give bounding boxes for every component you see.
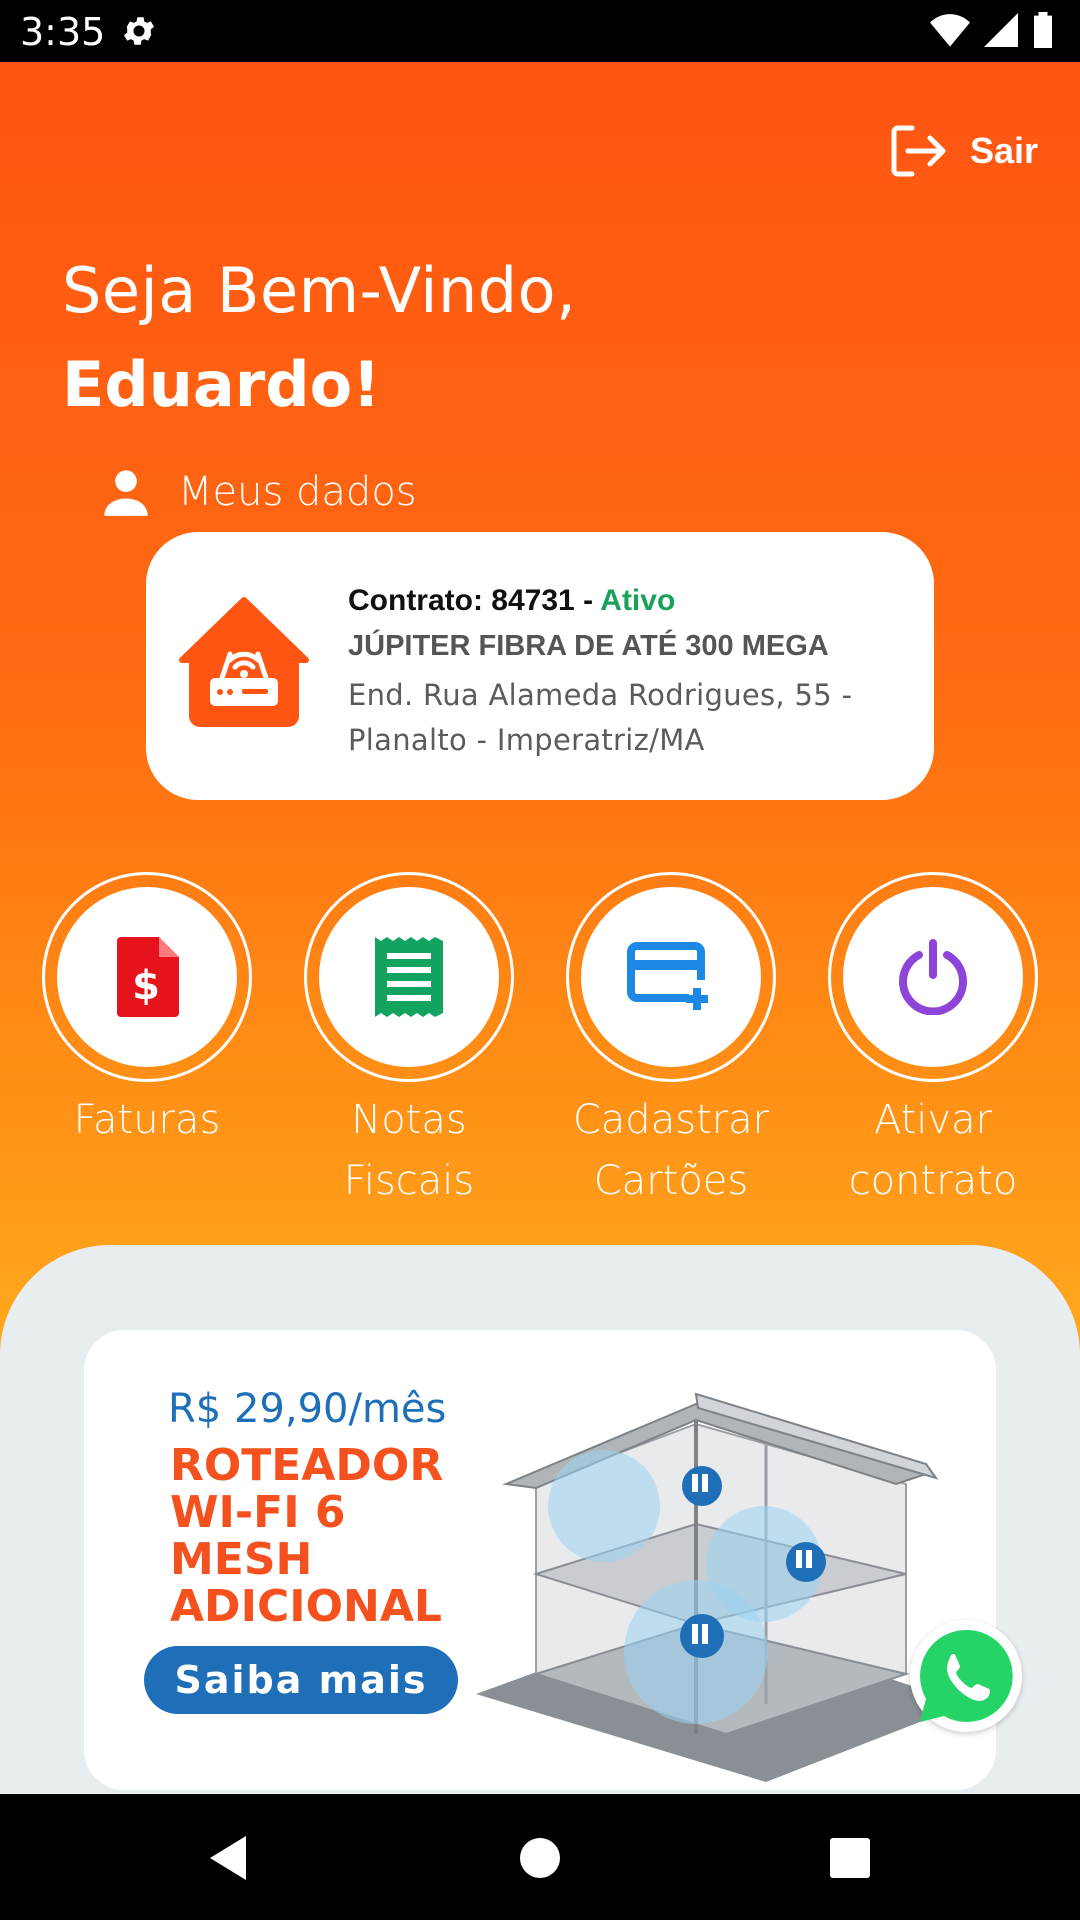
home-icon[interactable]: [512, 1830, 568, 1886]
back-icon[interactable]: [200, 1830, 256, 1886]
receipt-icon: [375, 937, 443, 1017]
logout-button[interactable]: Sair: [890, 124, 1038, 178]
add-card-icon: [627, 942, 708, 1010]
learn-more-button[interactable]: Saiba mais: [144, 1646, 458, 1714]
svg-text:$: $: [132, 963, 160, 1009]
action-notas-fiscais[interactable]: Notas Fiscais: [278, 872, 540, 1212]
status-time: 3:35: [20, 10, 106, 54]
logout-icon: [891, 125, 946, 177]
action-label: Cadastrar Cartões: [572, 1097, 770, 1204]
battery-icon: [1034, 12, 1052, 48]
action-label: Ativar contrato: [848, 1097, 1018, 1204]
logout-label: Sair: [969, 130, 1038, 171]
whatsapp-button[interactable]: [910, 1620, 1022, 1732]
power-icon: [899, 939, 967, 1015]
contract-number: Contrato: 84731 - Ativo: [348, 584, 676, 617]
action-ativar-contrato[interactable]: Ativar contrato: [802, 872, 1064, 1212]
action-label: Notas Fiscais: [343, 1097, 475, 1204]
my-data-label: Meus dados: [178, 469, 417, 515]
house-illustration: [476, 1392, 966, 1782]
welcome-text: Seja Bem-Vindo,: [62, 254, 577, 327]
contract-plan: JÚPITER FIBRA DE ATÉ 300 MEGA: [348, 630, 829, 662]
person-icon: [104, 470, 148, 516]
whatsapp-icon: [920, 1629, 1013, 1722]
user-name: Eduardo!: [62, 348, 381, 421]
wifi-icon: [930, 14, 970, 47]
recents-icon[interactable]: [822, 1830, 878, 1886]
promo-price: R$ 29,90/mês: [168, 1386, 447, 1432]
promo-title: ROTEADOR WI-FI 6 MESH ADICIONAL: [170, 1440, 444, 1632]
contract-status: Ativo: [600, 584, 676, 617]
promo-banner[interactable]: R$ 29,90/mês ROTEADOR WI-FI 6 MESH ADICI…: [84, 1330, 996, 1790]
my-data-link[interactable]: Meus dados: [100, 466, 417, 518]
invoice-icon: $: [117, 937, 179, 1017]
signal-icon: [984, 13, 1018, 47]
contract-address: End. Rua Alameda Rodrigues, 55 - Planalt…: [348, 678, 853, 757]
navigation-bar: [0, 1794, 1080, 1920]
status-bar: 3:35: [0, 0, 1080, 62]
action-faturas[interactable]: $ Faturas: [16, 872, 278, 1151]
contract-card[interactable]: Contrato: 84731 - Ativo JÚPITER FIBRA DE…: [146, 532, 934, 800]
gear-icon: [123, 17, 155, 45]
house-router-icon: [179, 597, 309, 727]
action-label: Faturas: [73, 1097, 221, 1143]
action-cadastrar-cartoes[interactable]: Cadastrar Cartões: [540, 872, 802, 1212]
